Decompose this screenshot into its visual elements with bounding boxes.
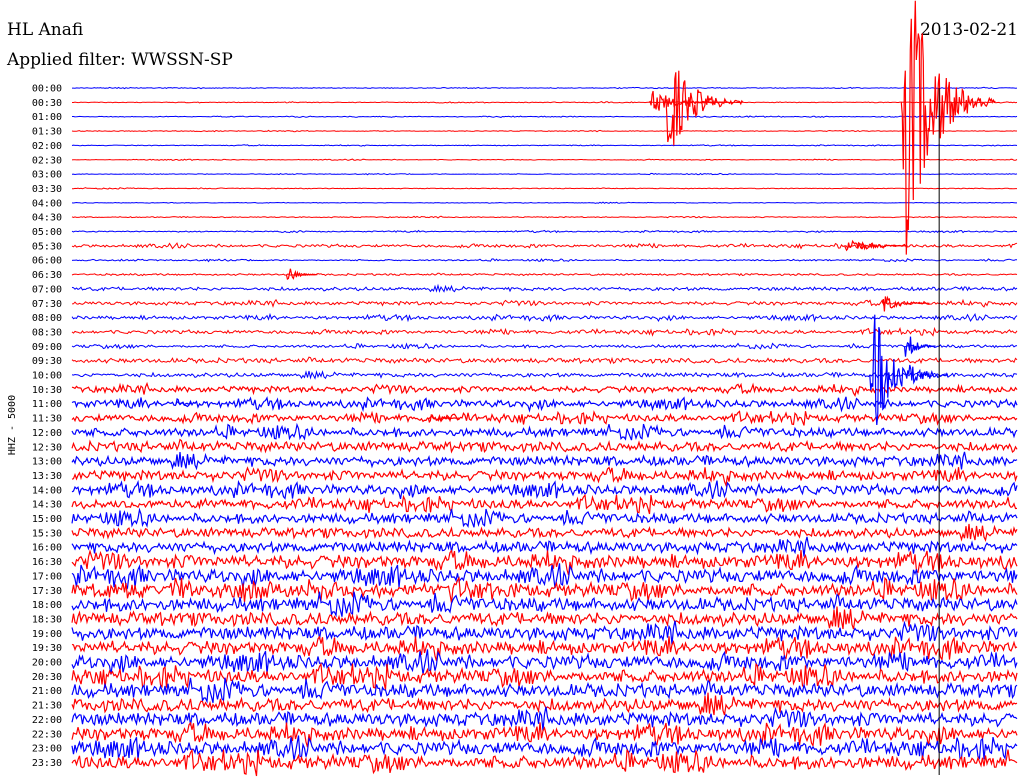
time-tick-label: 19:30 <box>32 643 62 654</box>
time-tick-label: 12:00 <box>32 428 62 439</box>
trace-row <box>71 563 1018 590</box>
trace-row <box>71 298 1018 308</box>
time-tick-label: 22:00 <box>32 715 62 726</box>
trace-row <box>71 493 1018 515</box>
time-tick-label: 22:30 <box>32 729 62 740</box>
time-axis: 00:00 00:30 01:00 01:30 02:00 02:30 03:00 03:30… <box>32 84 62 769</box>
trace-row <box>71 272 1018 277</box>
trace-row <box>71 283 1018 293</box>
trace-row <box>71 606 1018 630</box>
time-tick-label: 06:00 <box>32 256 62 267</box>
time-tick-label: 10:30 <box>32 385 62 396</box>
trace-row <box>71 523 1018 542</box>
time-tick-label: 20:00 <box>32 658 62 669</box>
trace-row <box>71 735 1018 761</box>
event-burst <box>664 70 744 146</box>
trace-row <box>71 201 1017 204</box>
time-tick-label: 23:30 <box>32 758 62 769</box>
time-tick-label: 01:30 <box>32 127 62 138</box>
time-tick-label: 18:30 <box>32 614 62 625</box>
event-burst <box>900 0 996 255</box>
trace-row <box>71 129 1017 133</box>
time-tick-label: 08:00 <box>32 313 62 324</box>
trace-row <box>72 115 1018 118</box>
trace-row <box>72 187 1017 190</box>
time-tick-label: 07:30 <box>32 299 62 310</box>
trace-row <box>71 410 1018 426</box>
trace-row <box>71 422 1018 441</box>
seismogram-plot: 00:00 00:30 01:00 01:30 02:00 02:30 03:00 03:30… <box>7 0 1018 777</box>
time-tick-label: 00:30 <box>32 98 62 109</box>
time-tick-label: 19:00 <box>32 629 62 640</box>
time-tick-label: 17:00 <box>32 571 62 582</box>
time-tick-label: 15:30 <box>32 528 62 539</box>
time-tick-label: 15:00 <box>32 514 62 525</box>
trace-row <box>71 215 1018 219</box>
time-tick-label: 21:00 <box>32 686 62 697</box>
trace-row <box>71 620 1018 645</box>
time-tick-label: 02:30 <box>32 155 62 166</box>
event-burst <box>903 336 936 357</box>
time-tick-label: 04:30 <box>32 213 62 224</box>
time-tick-label: 06:30 <box>32 270 62 281</box>
time-tick-label: 20:30 <box>32 672 62 683</box>
time-tick-label: 05:00 <box>32 227 62 238</box>
trace-row <box>71 229 1017 234</box>
time-tick-label: 10:00 <box>32 371 62 382</box>
time-tick-label: 07:00 <box>32 284 62 295</box>
time-tick-label: 08:30 <box>32 327 62 338</box>
trace-row <box>72 101 1018 104</box>
trace-row <box>71 479 1018 500</box>
trace-row <box>71 507 1018 529</box>
trace-row <box>72 86 1018 90</box>
time-tick-label: 16:00 <box>32 543 62 554</box>
event-burst <box>175 397 192 406</box>
time-tick-label: 01:00 <box>32 112 62 123</box>
time-tick-label: 11:30 <box>32 414 62 425</box>
time-tick-label: 04:00 <box>32 198 62 209</box>
time-tick-label: 03:00 <box>32 170 62 181</box>
time-tick-label: 13:00 <box>32 457 62 468</box>
trace-row <box>71 748 1018 777</box>
time-tick-label: 11:00 <box>32 399 62 410</box>
time-tick-label: 05:30 <box>32 241 62 252</box>
time-tick-label: 09:00 <box>32 342 62 353</box>
trace-row <box>71 451 1018 471</box>
time-tick-label: 12:30 <box>32 442 62 453</box>
trace-row <box>71 466 1018 488</box>
time-tick-label: 17:30 <box>32 586 62 597</box>
time-tick-label: 14:00 <box>32 485 62 496</box>
channel-label: HHZ - 5000 <box>7 395 18 455</box>
time-tick-label: 13:30 <box>32 471 62 482</box>
time-tick-label: 02:00 <box>32 141 62 152</box>
trace-group <box>71 0 1018 777</box>
trace-row <box>71 536 1018 557</box>
time-tick-label: 16:30 <box>32 557 62 568</box>
trace-row <box>71 172 1018 176</box>
trace-row <box>71 258 1017 263</box>
time-tick-label: 09:30 <box>32 356 62 367</box>
trace-row <box>71 158 1018 161</box>
trace-row <box>71 144 1018 147</box>
trace-row <box>71 438 1018 454</box>
time-tick-label: 18:00 <box>32 600 62 611</box>
time-tick-label: 21:30 <box>32 701 62 712</box>
event-burst <box>881 295 930 312</box>
time-tick-label: 23:00 <box>32 744 62 755</box>
time-tick-label: 00:00 <box>32 84 62 95</box>
time-tick-label: 03:30 <box>32 184 62 195</box>
time-tick-label: 14:30 <box>32 500 62 511</box>
